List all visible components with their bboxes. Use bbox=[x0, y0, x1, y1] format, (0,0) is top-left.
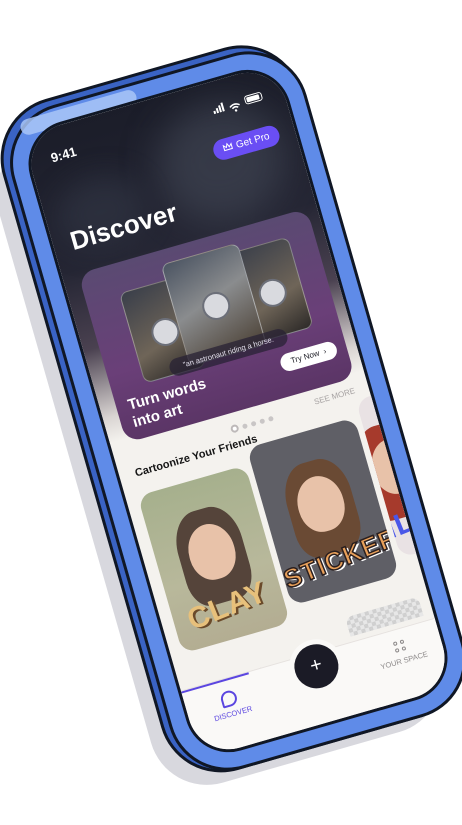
your-space-icon bbox=[392, 638, 409, 655]
pagination-dot[interactable] bbox=[250, 420, 257, 427]
pagination-dot-active[interactable] bbox=[229, 423, 240, 434]
plus-icon: + bbox=[307, 653, 325, 678]
get-pro-label: Get Pro bbox=[234, 130, 271, 151]
see-more-link[interactable]: SEE MORE bbox=[313, 386, 356, 406]
pagination-dot[interactable] bbox=[241, 422, 248, 429]
hero-headline: Turn words into art bbox=[125, 375, 209, 432]
discover-icon bbox=[219, 688, 239, 709]
pagination-dot[interactable] bbox=[267, 415, 274, 422]
crown-icon bbox=[221, 142, 234, 155]
try-now-button[interactable]: Try Now › bbox=[278, 339, 340, 374]
tab-discover[interactable]: DISCOVER bbox=[198, 683, 263, 726]
chevron-right-icon: › bbox=[320, 346, 328, 357]
pagination-dot[interactable] bbox=[259, 417, 266, 424]
carousel-pagination[interactable] bbox=[229, 414, 275, 434]
tab-your-space[interactable]: YOUR SPACE bbox=[368, 631, 435, 673]
phone-mockup-scene: 9:41 Get Pro Discover "an astronaut ridi… bbox=[0, 0, 462, 825]
wifi-icon bbox=[227, 97, 241, 112]
create-button[interactable]: + bbox=[283, 632, 350, 700]
